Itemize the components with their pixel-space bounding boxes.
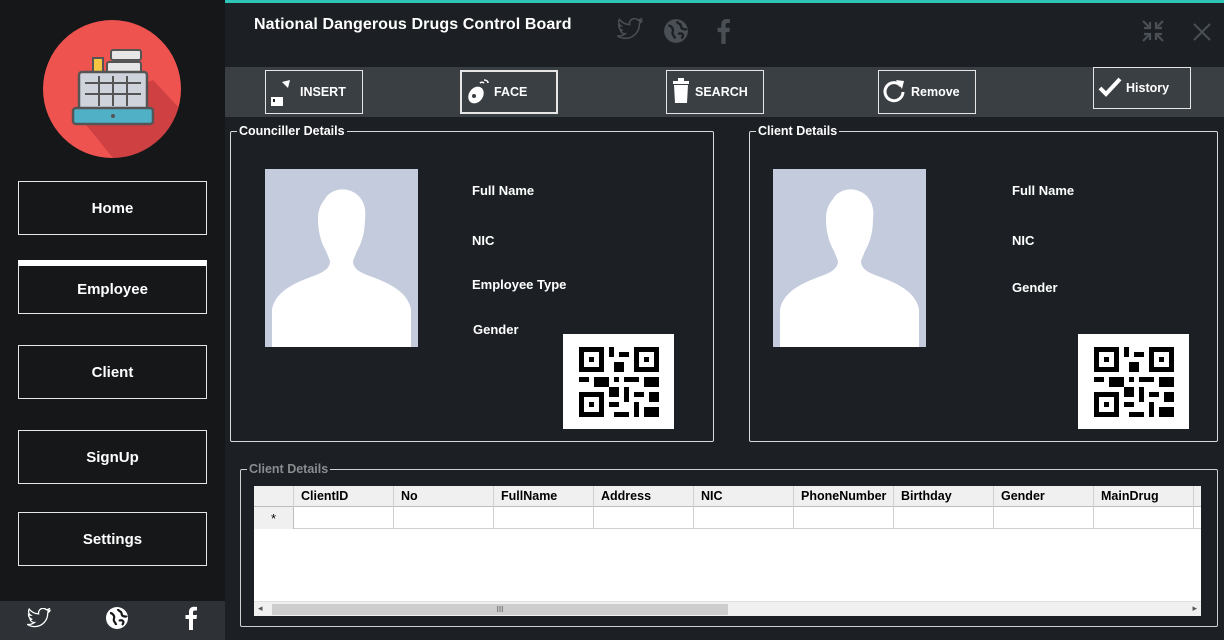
insert-button[interactable]: INSERT <box>265 70 363 114</box>
sidebar-item-employee[interactable]: Employee <box>18 260 207 314</box>
table-cell[interactable] <box>494 507 594 529</box>
column-header[interactable]: Gender <box>994 486 1094 507</box>
client-photo-placeholder[interactable] <box>773 169 926 347</box>
full-name-label: Full Name <box>1012 183 1075 198</box>
top-accent-bar <box>225 0 1224 3</box>
column-header[interactable]: MainDrug <box>1094 486 1194 507</box>
sidebar-item-label: Employee <box>77 281 148 298</box>
twitter-icon[interactable] <box>25 607 51 633</box>
facebook-icon[interactable] <box>184 606 198 635</box>
row-header-corner <box>254 486 294 507</box>
history-label: History <box>1126 81 1170 95</box>
client-data-grid[interactable]: ClientID No FullName Address NIC PhoneNu… <box>254 486 1201 616</box>
column-header[interactable]: ClientID <box>294 486 394 507</box>
client-details-group: Client Details Full Name NIC Gender <box>749 124 1218 442</box>
trash-icon <box>671 77 691 107</box>
gender-label: Gender <box>473 322 519 337</box>
group-title: Client Details <box>247 462 331 476</box>
remove-label: Remove <box>911 85 960 99</box>
client-qr-code <box>1078 334 1189 429</box>
remove-button[interactable]: Remove <box>878 70 976 114</box>
column-header[interactable]: PhoneNumber <box>794 486 894 507</box>
scroll-right-arrow-icon[interactable]: ▸ <box>1192 603 1197 614</box>
sidebar-social-bar <box>0 601 225 640</box>
horizontal-scrollbar[interactable]: ◂ III ▸ <box>254 601 1201 616</box>
table-row-new[interactable]: * <box>254 507 1201 529</box>
counciller-qr-code <box>563 334 674 429</box>
column-header[interactable]: No <box>394 486 494 507</box>
refresh-icon <box>883 78 907 107</box>
globe-icon[interactable] <box>663 18 689 44</box>
column-header[interactable]: Birthday <box>894 486 994 507</box>
sidebar-item-client[interactable]: Client <box>18 345 207 399</box>
app-title: National Dangerous Drugs Control Board <box>254 16 572 33</box>
scroll-left-arrow-icon[interactable]: ◂ <box>258 603 263 614</box>
toolbar: INSERT FACE SEARCH Remove History <box>225 67 1224 117</box>
face-button[interactable]: FACE <box>460 70 558 114</box>
search-button[interactable]: SEARCH <box>666 70 764 114</box>
table-cell[interactable] <box>1094 507 1194 529</box>
table-cell[interactable] <box>394 507 494 529</box>
table-cell[interactable] <box>594 507 694 529</box>
mouse-icon <box>466 77 490 108</box>
new-row-marker: * <box>254 507 294 529</box>
face-label: FACE <box>494 85 528 99</box>
insert-label: INSERT <box>300 85 346 99</box>
sidebar: Home Employee Client SignUp Settings <box>0 0 225 640</box>
checkmark-icon <box>1098 76 1122 101</box>
scrollbar-thumb[interactable]: III <box>272 604 728 615</box>
globe-icon[interactable] <box>105 606 129 635</box>
sidebar-item-label: SignUp <box>86 448 139 466</box>
cash-register-logo <box>43 20 181 158</box>
facebook-icon[interactable] <box>716 18 742 44</box>
gender-label: Gender <box>1012 280 1058 295</box>
column-header[interactable]: Address <box>594 486 694 507</box>
sidebar-item-settings[interactable]: Settings <box>18 512 207 566</box>
table-cell[interactable] <box>794 507 894 529</box>
column-header[interactable]: NIC <box>694 486 794 507</box>
sidebar-item-home[interactable]: Home <box>18 181 207 235</box>
nic-label: NIC <box>472 233 495 248</box>
column-header[interactable]: FullName <box>494 486 594 507</box>
grid-header: ClientID No FullName Address NIC PhoneNu… <box>254 486 1201 507</box>
twitter-icon[interactable] <box>614 17 643 44</box>
group-title: Client Details <box>756 124 840 138</box>
counciller-details-group: Counciller Details Full Name NIC Employe… <box>230 124 714 442</box>
employee-type-label: Employee Type <box>472 277 567 292</box>
search-label: SEARCH <box>695 85 748 99</box>
history-button[interactable]: History <box>1093 67 1191 109</box>
sidebar-item-label: Home <box>91 199 134 217</box>
full-name-label: Full Name <box>472 183 535 198</box>
table-cell[interactable] <box>894 507 994 529</box>
sidebar-item-label: Client <box>91 363 134 381</box>
insert-icon <box>270 75 296 110</box>
close-icon[interactable] <box>1192 22 1218 48</box>
table-cell[interactable] <box>994 507 1094 529</box>
table-cell[interactable] <box>294 507 394 529</box>
minimize-arrows-icon[interactable] <box>1140 18 1166 44</box>
group-title: Counciller Details <box>237 124 347 138</box>
sidebar-item-label: Settings <box>82 530 143 548</box>
sidebar-item-signup[interactable]: SignUp <box>18 430 207 484</box>
nic-label: NIC <box>1012 233 1035 248</box>
table-cell[interactable] <box>694 507 794 529</box>
counciller-photo-placeholder[interactable] <box>265 169 418 347</box>
